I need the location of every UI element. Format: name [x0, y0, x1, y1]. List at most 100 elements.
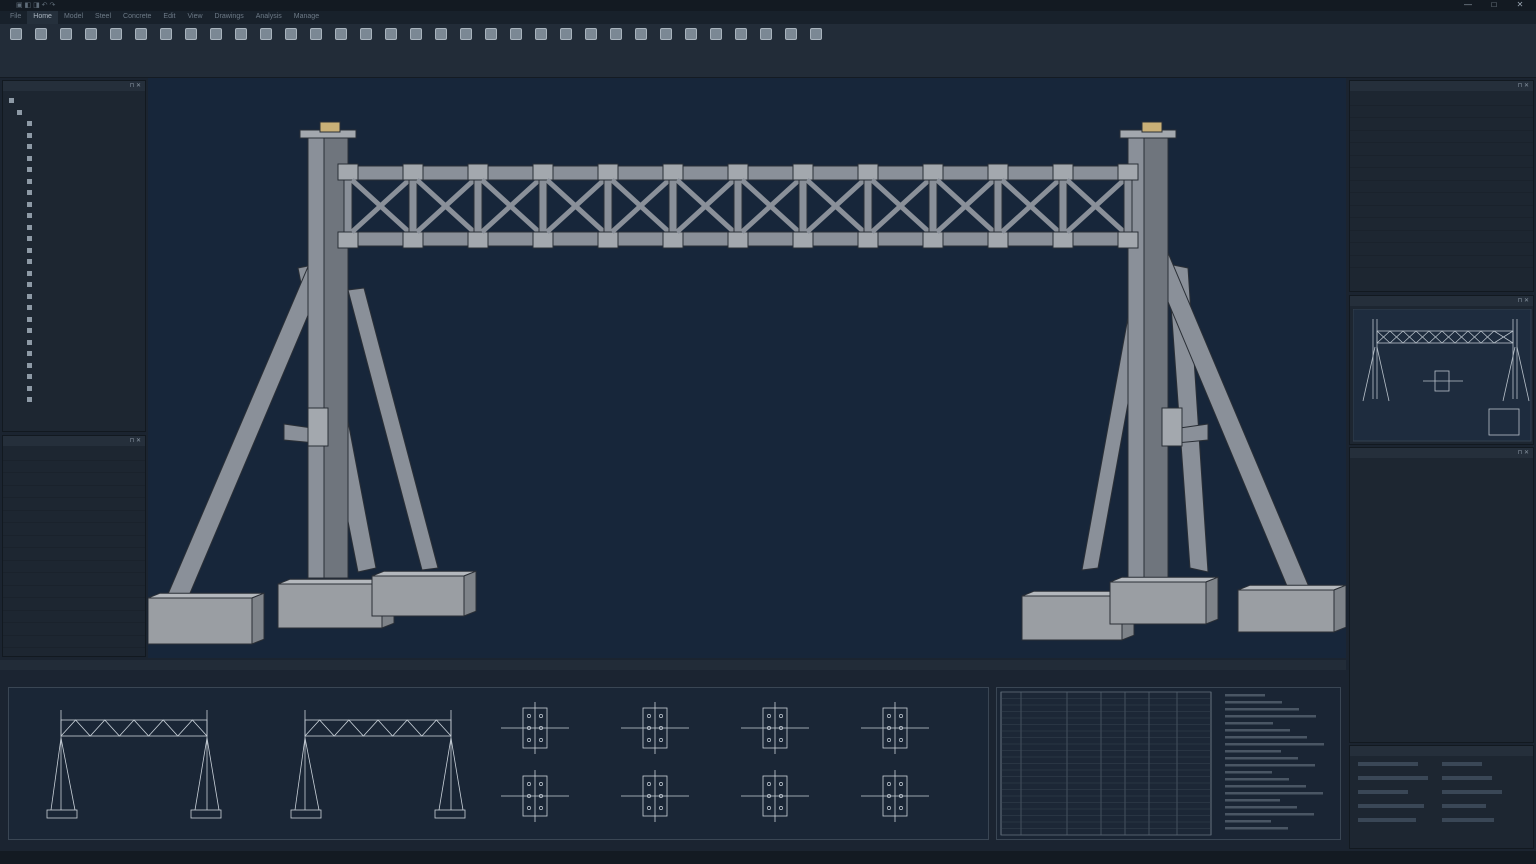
ribbon-tool-button[interactable] [456, 28, 476, 66]
property-row[interactable] [3, 498, 145, 511]
ribbon-tool-button[interactable] [56, 28, 76, 66]
ribbon-tool-button[interactable] [331, 28, 351, 66]
ribbon-tool-button[interactable] [806, 28, 826, 66]
property-row[interactable] [3, 636, 145, 648]
property-row[interactable] [3, 486, 145, 498]
property-row[interactable] [1350, 156, 1533, 168]
property-row[interactable] [1350, 218, 1533, 231]
tree-item[interactable] [9, 176, 145, 188]
tree-item[interactable] [9, 199, 145, 211]
ribbon-tool-button[interactable] [406, 28, 426, 66]
tree-item[interactable] [9, 164, 145, 176]
property-row[interactable] [3, 461, 145, 473]
property-row[interactable] [3, 648, 145, 661]
property-row[interactable] [1350, 143, 1533, 156]
ribbon-tool-button[interactable] [531, 28, 551, 66]
tree-item[interactable] [9, 187, 145, 199]
ribbon-tool-button[interactable] [306, 28, 326, 66]
tree-item[interactable] [9, 302, 145, 314]
property-row[interactable] [1350, 206, 1533, 218]
ribbon-tool-button[interactable] [556, 28, 576, 66]
tree-item[interactable] [9, 279, 145, 291]
menu-tab[interactable]: Analysis [250, 11, 288, 24]
quick-access-toolbar[interactable]: ▣ ◧ ◨ ↶ ↷ [16, 1, 55, 9]
ribbon-tool-button[interactable] [156, 28, 176, 66]
tree-item[interactable] [9, 107, 145, 119]
tree-item[interactable] [9, 291, 145, 303]
ribbon-tool-button[interactable] [706, 28, 726, 66]
tree-item[interactable] [9, 394, 145, 406]
preview-thumbnail[interactable] [1353, 309, 1534, 445]
tree-item[interactable] [9, 325, 145, 337]
panel-close-icon[interactable]: ⊓ ✕ [1518, 297, 1529, 304]
tree-item[interactable] [9, 210, 145, 222]
property-row[interactable] [1350, 168, 1533, 181]
tree-item[interactable] [9, 268, 145, 280]
ribbon-tool-button[interactable] [756, 28, 776, 66]
tree-item[interactable] [9, 130, 145, 142]
drawing-sheet-canvas[interactable] [9, 688, 988, 839]
minimize-button[interactable]: — [1462, 0, 1474, 10]
ribbon-tool-button[interactable] [81, 28, 101, 66]
maximize-button[interactable]: □ [1488, 0, 1500, 10]
ribbon-tool-button[interactable] [281, 28, 301, 66]
property-row[interactable] [1350, 93, 1533, 106]
ribbon-tool-button[interactable] [731, 28, 751, 66]
property-row[interactable] [3, 623, 145, 636]
tree-item[interactable] [9, 337, 145, 349]
3d-viewport[interactable] [147, 78, 1347, 658]
ribbon-tool-button[interactable] [181, 28, 201, 66]
property-row[interactable] [3, 573, 145, 586]
drawing-sheet[interactable] [8, 687, 989, 840]
tree-item[interactable] [9, 371, 145, 383]
property-row[interactable] [1350, 243, 1533, 256]
panel-close-icon[interactable]: ⊓ ✕ [130, 437, 141, 444]
ribbon-tool-button[interactable] [231, 28, 251, 66]
ribbon-tool-button[interactable] [131, 28, 151, 66]
tree-item[interactable] [9, 233, 145, 245]
ribbon-tool-button[interactable] [631, 28, 651, 66]
panel-close-icon[interactable]: ⊓ ✕ [130, 82, 141, 89]
ribbon-tool-button[interactable] [581, 28, 601, 66]
tree-item[interactable] [9, 222, 145, 234]
ribbon-tool-button[interactable] [431, 28, 451, 66]
panel-close-icon[interactable]: ⊓ ✕ [1518, 449, 1529, 456]
menu-tab[interactable]: Steel [89, 11, 117, 24]
property-row[interactable] [3, 586, 145, 598]
tree-item[interactable] [9, 153, 145, 165]
property-row[interactable] [1350, 181, 1533, 193]
tree-item[interactable] [9, 348, 145, 360]
ribbon-tool-button[interactable] [606, 28, 626, 66]
menu-tab[interactable]: File [4, 11, 27, 24]
tree-item[interactable] [9, 245, 145, 257]
ribbon-tool-button[interactable] [6, 28, 26, 66]
panel-close-icon[interactable]: ⊓ ✕ [1518, 82, 1529, 89]
ribbon-tool-button[interactable] [31, 28, 51, 66]
ribbon-tool-button[interactable] [681, 28, 701, 66]
property-row[interactable] [1350, 231, 1533, 243]
ribbon-tool-button[interactable] [481, 28, 501, 66]
tree-item[interactable] [9, 95, 145, 107]
property-row[interactable] [1350, 106, 1533, 118]
property-row[interactable] [3, 561, 145, 573]
layers-list[interactable] [1352, 758, 1533, 846]
tree-item[interactable] [9, 314, 145, 326]
close-button[interactable]: ✕ [1514, 0, 1526, 10]
property-row[interactable] [3, 511, 145, 523]
property-row[interactable] [3, 473, 145, 486]
ribbon-tool-button[interactable] [381, 28, 401, 66]
schedule-table[interactable] [996, 687, 1341, 840]
viewport-canvas[interactable] [147, 78, 1347, 658]
property-row[interactable] [1350, 256, 1533, 268]
property-row[interactable] [1350, 131, 1533, 143]
tree-item[interactable] [9, 360, 145, 372]
menu-tab[interactable]: View [181, 11, 208, 24]
property-row[interactable] [3, 611, 145, 623]
property-row[interactable] [3, 448, 145, 461]
ribbon-tool-button[interactable] [656, 28, 676, 66]
menu-tab[interactable]: Edit [157, 11, 181, 24]
menu-tab[interactable]: Manage [288, 11, 325, 24]
tree-item[interactable] [9, 141, 145, 153]
menu-tab[interactable]: Home [27, 11, 58, 24]
property-row[interactable] [3, 548, 145, 561]
